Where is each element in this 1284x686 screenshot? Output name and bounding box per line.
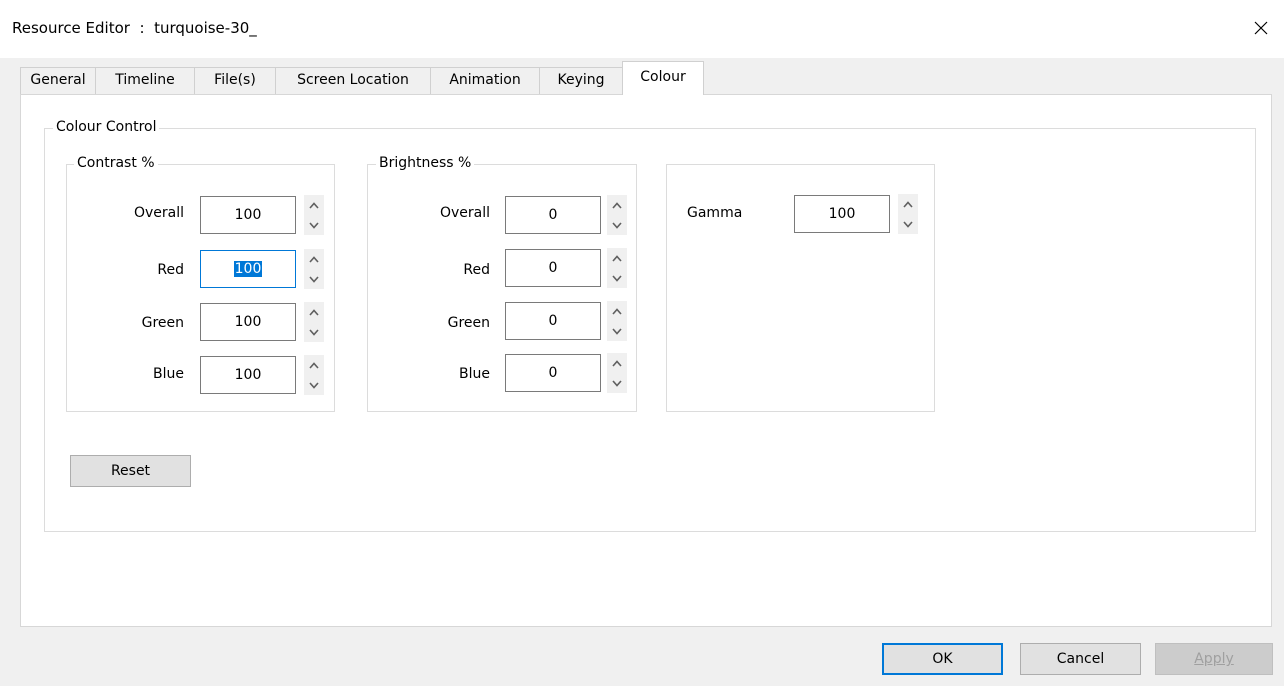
- gamma-label: Gamma: [687, 205, 743, 221]
- tab-timeline[interactable]: Timeline: [95, 67, 195, 94]
- chevron-up-icon: [309, 201, 319, 209]
- chevron-up-icon: [309, 255, 319, 263]
- brightness-blue-label: Blue: [459, 366, 490, 382]
- brightness-overall-input[interactable]: 0: [505, 196, 601, 234]
- contrast-red-label: Red: [157, 262, 184, 278]
- chevron-up-icon: [612, 254, 622, 262]
- colour-control-group: Colour Control Contrast % Overall 100 Re…: [44, 119, 1256, 532]
- chevron-up-icon: [612, 307, 622, 315]
- spin-down-button[interactable]: [898, 214, 918, 234]
- chevron-down-icon: [309, 381, 319, 389]
- chevron-down-icon: [309, 221, 319, 229]
- brightness-red-label: Red: [463, 262, 490, 278]
- brightness-blue-spinner[interactable]: [607, 353, 627, 393]
- brightness-green-spinner[interactable]: [607, 301, 627, 341]
- cancel-button[interactable]: Cancel: [1020, 643, 1141, 675]
- spin-up-button[interactable]: [304, 249, 324, 269]
- contrast-overall-spinner[interactable]: [304, 195, 324, 235]
- chevron-up-icon: [903, 200, 913, 208]
- tab-general[interactable]: General: [20, 67, 96, 94]
- spin-down-button[interactable]: [304, 375, 324, 395]
- tab-colour[interactable]: Colour: [622, 61, 704, 95]
- spin-up-button[interactable]: [607, 248, 627, 268]
- brightness-blue-input[interactable]: 0: [505, 354, 601, 392]
- chevron-down-icon: [903, 220, 913, 228]
- spin-down-button[interactable]: [304, 322, 324, 342]
- brightness-overall-spinner[interactable]: [607, 195, 627, 235]
- spin-down-button[interactable]: [304, 269, 324, 289]
- contrast-overall-label: Overall: [133, 205, 184, 221]
- chevron-down-icon: [612, 274, 622, 282]
- close-button[interactable]: [1238, 10, 1284, 46]
- apply-button[interactable]: Apply: [1155, 643, 1273, 675]
- brightness-green-input[interactable]: 0: [505, 302, 601, 340]
- spin-down-button[interactable]: [607, 215, 627, 235]
- gamma-input[interactable]: 100: [794, 195, 890, 233]
- colour-control-legend: Colour Control: [53, 119, 160, 135]
- spin-down-button[interactable]: [304, 215, 324, 235]
- chevron-down-icon: [612, 379, 622, 387]
- contrast-green-input[interactable]: 100: [200, 303, 296, 341]
- selected-text: 100: [233, 261, 263, 277]
- apply-label: Apply: [1194, 651, 1234, 667]
- chevron-down-icon: [612, 221, 622, 229]
- chevron-up-icon: [309, 308, 319, 316]
- chevron-up-icon: [612, 359, 622, 367]
- window-title: Resource Editor : turquoise-30_: [12, 19, 257, 37]
- brightness-red-input[interactable]: 0: [505, 249, 601, 287]
- brightness-overall-label: Overall: [439, 205, 490, 221]
- chevron-down-icon: [309, 275, 319, 283]
- contrast-overall-input[interactable]: 100: [200, 196, 296, 234]
- spin-up-button[interactable]: [304, 195, 324, 215]
- colour-tab-page: Colour Control Contrast % Overall 100 Re…: [20, 94, 1272, 627]
- spin-up-button[interactable]: [607, 195, 627, 215]
- brightness-legend: Brightness %: [376, 155, 475, 171]
- spin-down-button[interactable]: [607, 321, 627, 341]
- spin-down-button[interactable]: [607, 373, 627, 393]
- contrast-blue-input[interactable]: 100: [200, 356, 296, 394]
- contrast-red-spinner[interactable]: [304, 249, 324, 289]
- spin-up-button[interactable]: [607, 353, 627, 373]
- chevron-down-icon: [612, 327, 622, 335]
- tab-screen-location[interactable]: Screen Location: [275, 67, 431, 94]
- brightness-group: Brightness % Overall 0 Red 0 Green 0 Blu…: [367, 155, 637, 412]
- reset-button[interactable]: Reset: [70, 455, 191, 487]
- tab-keying[interactable]: Keying: [539, 67, 623, 94]
- spin-up-button[interactable]: [304, 355, 324, 375]
- contrast-blue-label: Blue: [153, 366, 184, 382]
- spin-up-button[interactable]: [607, 301, 627, 321]
- spin-up-button[interactable]: [898, 194, 918, 214]
- contrast-green-label: Green: [141, 315, 184, 331]
- brightness-green-label: Green: [447, 315, 490, 331]
- spin-down-button[interactable]: [607, 268, 627, 288]
- close-icon: [1254, 21, 1268, 35]
- contrast-group: Contrast % Overall 100 Red 100 Green 100…: [66, 155, 335, 412]
- spin-up-button[interactable]: [304, 302, 324, 322]
- ok-button[interactable]: OK: [882, 643, 1003, 675]
- contrast-legend: Contrast %: [74, 155, 158, 171]
- brightness-red-spinner[interactable]: [607, 248, 627, 288]
- gamma-spinner[interactable]: [898, 194, 918, 234]
- chevron-up-icon: [612, 201, 622, 209]
- contrast-blue-spinner[interactable]: [304, 355, 324, 395]
- chevron-up-icon: [309, 361, 319, 369]
- gamma-group: Gamma 100: [666, 164, 935, 412]
- contrast-red-input[interactable]: 100: [200, 250, 296, 288]
- tab-animation[interactable]: Animation: [430, 67, 540, 94]
- chevron-down-icon: [309, 328, 319, 336]
- title-bar: Resource Editor : turquoise-30_: [0, 0, 1284, 58]
- contrast-green-spinner[interactable]: [304, 302, 324, 342]
- tab-files[interactable]: File(s): [194, 67, 276, 94]
